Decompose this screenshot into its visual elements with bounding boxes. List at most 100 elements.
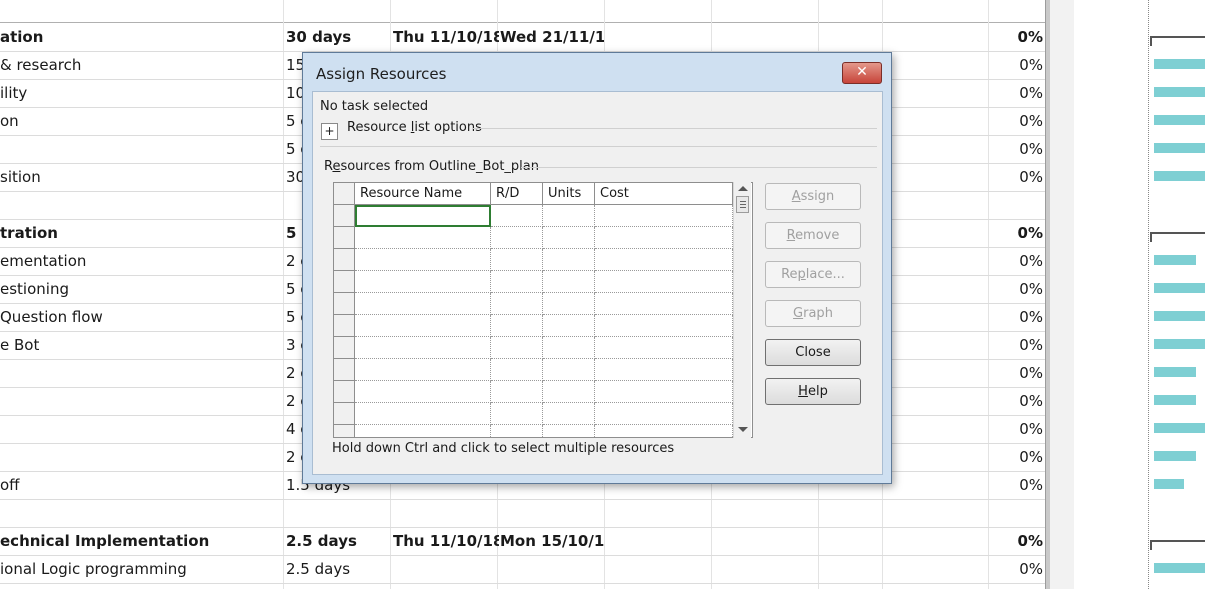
- grid-cell[interactable]: [595, 293, 733, 315]
- percent-complete-cell[interactable]: 0%: [990, 140, 1043, 158]
- grid-row-header[interactable]: [334, 315, 355, 337]
- help-button[interactable]: Help: [765, 378, 861, 405]
- grid-cell[interactable]: [355, 293, 491, 315]
- grid-cell[interactable]: [355, 271, 491, 293]
- grid-row-header[interactable]: [334, 381, 355, 403]
- task-name-cell[interactable]: & research: [0, 56, 280, 74]
- gantt-task-bar[interactable]: [1154, 423, 1205, 433]
- grid-row-header[interactable]: [334, 249, 355, 271]
- percent-complete-cell[interactable]: 0%: [990, 364, 1043, 382]
- grid-cell[interactable]: [543, 315, 595, 337]
- grid-cell[interactable]: [543, 271, 595, 293]
- graph-button[interactable]: Graph: [765, 300, 861, 327]
- grid-cell[interactable]: [355, 337, 491, 359]
- column-header-units[interactable]: Units: [543, 183, 595, 205]
- grid-cell[interactable]: [595, 227, 733, 249]
- grid-cell[interactable]: [355, 359, 491, 381]
- percent-complete-cell[interactable]: 0%: [990, 84, 1043, 102]
- gantt-task-bar[interactable]: [1154, 87, 1205, 97]
- resource-grid[interactable]: Resource Name R/D Units Cost: [333, 182, 753, 438]
- close-icon[interactable]: ✕: [842, 62, 882, 84]
- gantt-chart[interactable]: [1074, 0, 1205, 589]
- grid-cell[interactable]: [491, 381, 543, 403]
- scroll-thumb[interactable]: [736, 196, 749, 213]
- task-row[interactable]: ation 30 days Thu 11/10/18Wed 21/11/18 0%: [0, 23, 1045, 52]
- gantt-task-bar[interactable]: [1154, 255, 1196, 265]
- grid-cell[interactable]: [355, 227, 491, 249]
- grid-cell[interactable]: [543, 359, 595, 381]
- close-button[interactable]: Close: [765, 339, 861, 366]
- task-name-cell[interactable]: echnical Implementation: [0, 532, 280, 550]
- percent-complete-cell[interactable]: 0%: [990, 224, 1043, 242]
- task-name-cell[interactable]: on: [0, 112, 280, 130]
- grid-cell[interactable]: [491, 403, 543, 425]
- task-name-cell[interactable]: tration: [0, 224, 280, 242]
- duration-cell[interactable]: 2.5 days: [286, 560, 386, 578]
- percent-complete-cell[interactable]: 0%: [990, 448, 1043, 466]
- grid-row-header[interactable]: [334, 271, 355, 293]
- expand-plus-icon[interactable]: +: [321, 123, 338, 140]
- grid-cell[interactable]: [355, 249, 491, 271]
- grid-cell[interactable]: [491, 227, 543, 249]
- gantt-task-bar[interactable]: [1154, 563, 1205, 573]
- task-name-cell[interactable]: ility: [0, 84, 280, 102]
- grid-cell[interactable]: [595, 271, 733, 293]
- grid-cell[interactable]: [355, 381, 491, 403]
- replace-button[interactable]: Replace...: [765, 261, 861, 288]
- percent-complete-cell[interactable]: 0%: [990, 336, 1043, 354]
- grid-cell[interactable]: [595, 315, 733, 337]
- grid-cell[interactable]: [491, 315, 543, 337]
- task-name-cell[interactable]: off: [0, 476, 280, 494]
- gantt-task-bar[interactable]: [1154, 143, 1205, 153]
- column-header-cost[interactable]: Cost: [595, 183, 733, 205]
- grid-cell[interactable]: [491, 293, 543, 315]
- percent-complete-cell[interactable]: 0%: [990, 168, 1043, 186]
- percent-complete-cell[interactable]: 0%: [990, 476, 1043, 494]
- grid-cell[interactable]: [543, 293, 595, 315]
- grid-row-header[interactable]: [334, 359, 355, 381]
- task-name-cell[interactable]: Question flow: [0, 308, 280, 326]
- gantt-summary-bar[interactable]: [1150, 540, 1205, 550]
- grid-cell[interactable]: [543, 381, 595, 403]
- grid-row-header[interactable]: [334, 425, 355, 437]
- task-name-cell[interactable]: sition: [0, 168, 280, 186]
- finish-cell[interactable]: Wed 21/11/18: [500, 28, 604, 46]
- grid-row-header[interactable]: [334, 337, 355, 359]
- grid-cell[interactable]: [355, 403, 491, 425]
- task-row[interactable]: echnical Implementation 2.5 days Thu 11/10…: [0, 527, 1045, 556]
- percent-complete-cell[interactable]: 0%: [990, 420, 1043, 438]
- gantt-task-bar[interactable]: [1154, 59, 1205, 69]
- grid-row-header[interactable]: [334, 403, 355, 425]
- grid-cell[interactable]: [355, 425, 491, 437]
- scroll-up-arrow-icon[interactable]: [738, 186, 748, 191]
- grid-cell[interactable]: [543, 249, 595, 271]
- percent-complete-cell[interactable]: 0%: [990, 112, 1043, 130]
- grid-cell[interactable]: [491, 359, 543, 381]
- grid-cell[interactable]: [543, 205, 595, 227]
- grid-scrollbar[interactable]: [733, 182, 751, 438]
- gantt-task-bar[interactable]: [1154, 311, 1205, 321]
- grid-cell[interactable]: [595, 403, 733, 425]
- percent-complete-cell[interactable]: 0%: [990, 280, 1043, 298]
- grid-cell[interactable]: [355, 315, 491, 337]
- gantt-summary-bar[interactable]: [1150, 36, 1205, 46]
- gantt-task-bar[interactable]: [1154, 171, 1205, 181]
- grid-corner[interactable]: [334, 183, 355, 205]
- gantt-task-bar[interactable]: [1154, 451, 1196, 461]
- gantt-task-bar[interactable]: [1154, 115, 1205, 125]
- percent-complete-cell[interactable]: 0%: [990, 532, 1043, 550]
- grid-cell[interactable]: [543, 403, 595, 425]
- task-row[interactable]: [0, 499, 1045, 528]
- percent-complete-cell[interactable]: 0%: [990, 252, 1043, 270]
- grid-cell[interactable]: [491, 271, 543, 293]
- grid-cell[interactable]: [595, 359, 733, 381]
- scroll-down-arrow-icon[interactable]: [738, 427, 748, 432]
- grid-cell[interactable]: [355, 205, 491, 227]
- percent-complete-cell[interactable]: 0%: [990, 560, 1043, 578]
- grid-row-header[interactable]: [334, 227, 355, 249]
- column-header-resource-name[interactable]: Resource Name: [355, 183, 491, 205]
- grid-cell[interactable]: [543, 425, 595, 437]
- grid-cell[interactable]: [491, 425, 543, 437]
- task-name-cell[interactable]: estioning: [0, 280, 280, 298]
- grid-cell[interactable]: [595, 205, 733, 227]
